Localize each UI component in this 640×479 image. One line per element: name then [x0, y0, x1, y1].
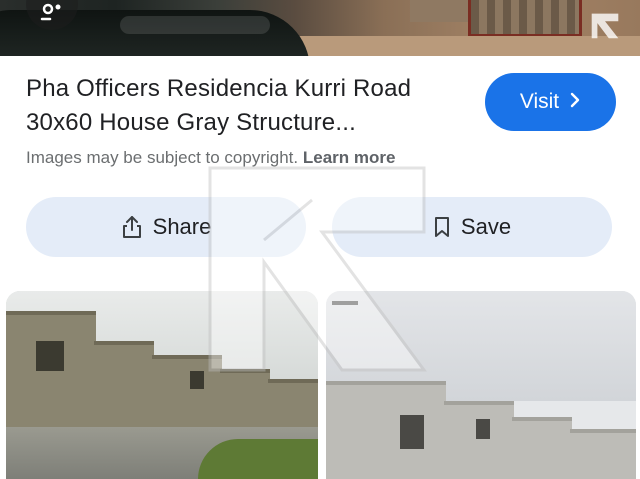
chevron-right-icon	[569, 91, 581, 114]
visit-label: Visit	[519, 90, 560, 113]
share-label: Share	[152, 214, 212, 239]
share-button[interactable]: Share	[26, 197, 306, 257]
thumb1-grass	[198, 439, 318, 479]
thumb1-window-2	[190, 371, 204, 389]
hero-wall	[410, 0, 470, 22]
result-title-line1: Pha Officers Residencia Kurri Road	[26, 75, 412, 102]
thumb1-building-4	[220, 369, 270, 435]
bookmark-icon	[434, 217, 449, 237]
zameen-logo-small	[591, 13, 619, 39]
thumb2-window-2	[476, 419, 490, 439]
thumb1-building-1	[6, 311, 96, 435]
save-button[interactable]: Save	[332, 197, 612, 257]
thumb2-building-3	[512, 417, 572, 479]
hero-image[interactable]	[0, 0, 640, 56]
thumb2-pole	[332, 301, 358, 305]
related-image-1[interactable]	[6, 291, 318, 479]
related-image-2[interactable]	[326, 291, 636, 479]
copyright-notice: Images may be subject to copyright. Lear…	[26, 148, 395, 168]
hero-car-glare	[120, 16, 270, 34]
google-lens-icon	[40, 3, 61, 21]
result-title-line2: 30x60 House Gray Structure...	[26, 109, 356, 136]
thumb1-building-2	[94, 341, 154, 435]
thumb1-building-3	[152, 355, 222, 435]
hero-gate	[468, 0, 582, 37]
thumb1-window-1	[36, 341, 64, 371]
visit-button[interactable]: Visit	[485, 73, 616, 131]
result-title[interactable]: Pha Officers Residencia Kurri Road 30x60…	[26, 72, 476, 140]
thumb2-building-4	[570, 429, 636, 479]
learn-more-link[interactable]: Learn more	[303, 148, 396, 167]
thumb2-building-2	[444, 401, 514, 479]
save-label: Save	[460, 214, 512, 239]
share-icon	[122, 216, 141, 238]
copyright-text: Images may be subject to copyright.	[26, 148, 299, 167]
thumb2-window-1	[400, 415, 424, 449]
thumb2-building-1	[326, 381, 446, 479]
